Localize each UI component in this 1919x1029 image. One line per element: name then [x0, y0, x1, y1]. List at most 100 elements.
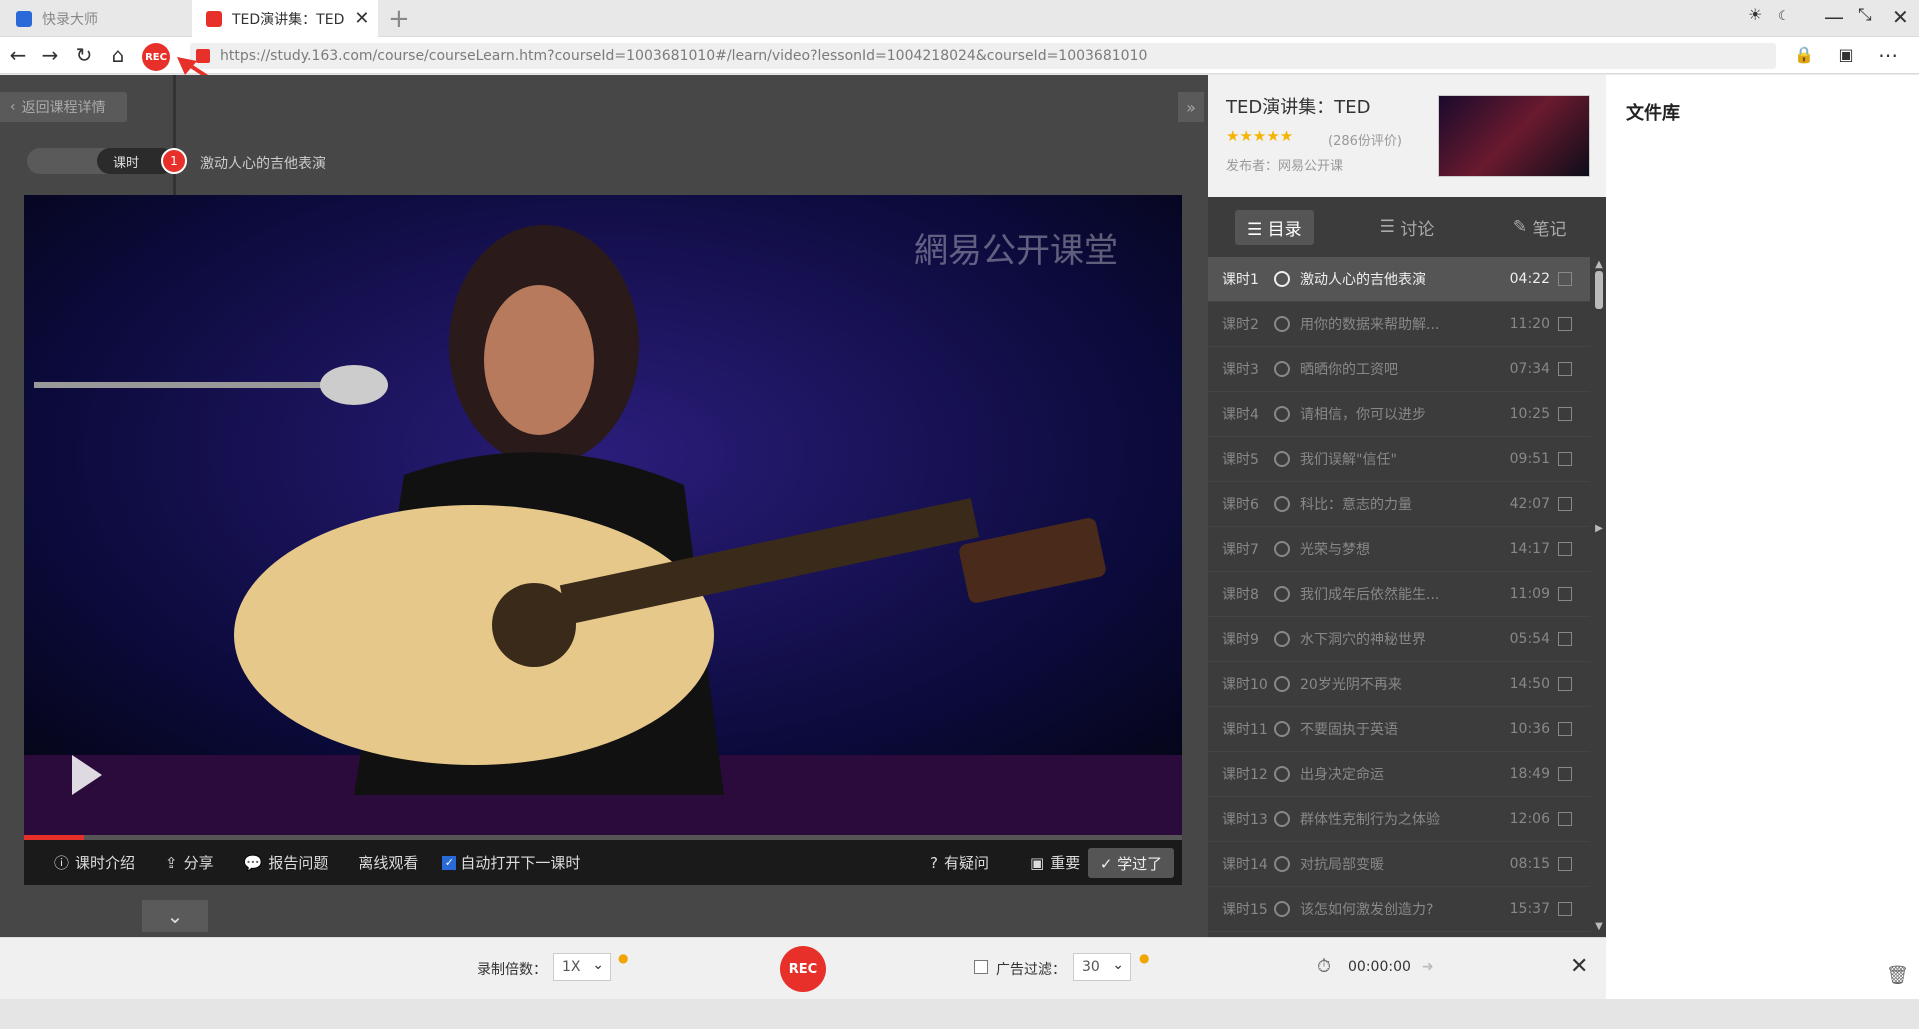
- status-circle-icon: [1274, 406, 1290, 422]
- offline-watch-button[interactable]: 离线观看: [358, 852, 418, 873]
- lesson-pill[interactable]: 课时: [27, 148, 175, 174]
- lesson-number: 课时11: [1222, 722, 1268, 738]
- video-player[interactable]: 網易公开课堂: [24, 195, 1182, 840]
- minimize-icon[interactable]: —: [1824, 5, 1844, 29]
- tab-ted[interactable]: TED演讲集：TED ✕: [192, 0, 378, 37]
- expand-box-icon[interactable]: [1558, 722, 1572, 736]
- expand-box-icon[interactable]: [1558, 407, 1572, 421]
- lesson-pill-label: 课时: [113, 155, 140, 171]
- scroll-thumb[interactable]: [1595, 271, 1603, 309]
- lesson-row[interactable]: 课时8 我们成年后依然能生... 11:09: [1208, 572, 1590, 617]
- more-icon[interactable]: ⋯: [1876, 43, 1900, 67]
- expand-box-icon[interactable]: [1558, 902, 1572, 916]
- tab-label: 快录大师: [42, 11, 98, 28]
- expand-box-icon[interactable]: [1558, 767, 1572, 781]
- lesson-row[interactable]: 课时2 用你的数据来帮助解... 11:20: [1208, 302, 1590, 347]
- lesson-row[interactable]: 课时13 群体性克制行为之体验 12:06: [1208, 797, 1590, 842]
- scroll-up-icon[interactable]: ▲: [1592, 259, 1606, 270]
- ad-filter-checkbox[interactable]: [974, 960, 988, 974]
- back-icon[interactable]: ←: [6, 43, 30, 67]
- close-window-icon[interactable]: ✕: [1892, 5, 1909, 29]
- lesson-number: 课时6: [1222, 497, 1259, 513]
- share-button[interactable]: ⇪ 分享: [165, 852, 214, 873]
- course-thumbnail[interactable]: [1438, 95, 1590, 177]
- lesson-row[interactable]: 课时7 光荣与梦想 14:17: [1208, 527, 1590, 572]
- expand-box-icon[interactable]: [1558, 812, 1572, 826]
- theme-dark-icon[interactable]: ☾: [1778, 9, 1790, 24]
- tab-discussion[interactable]: ☰ 讨论: [1341, 215, 1474, 240]
- url-input[interactable]: https://study.163.com/course/courseLearn…: [190, 43, 1776, 69]
- expand-icon[interactable]: ▶: [1592, 523, 1606, 534]
- tab-kuailu[interactable]: 快录大师: [10, 0, 190, 37]
- sidebar-tabs: ☰ 目录 ☰ 讨论 ✎ 笔记: [1208, 197, 1606, 257]
- tab-notes[interactable]: ✎ 笔记: [1473, 215, 1606, 240]
- checkbox-checked-icon[interactable]: ✓: [442, 855, 457, 870]
- record-button[interactable]: REC: [780, 946, 826, 992]
- lesson-number: 课时12: [1222, 767, 1268, 783]
- lesson-row[interactable]: 课时4 请相信，你可以进步 10:25: [1208, 392, 1590, 437]
- export-icon[interactable]: ➜: [1422, 959, 1434, 975]
- lesson-row[interactable]: 课时9 水下洞穴的神秘世界 05:54: [1208, 617, 1590, 662]
- close-tab-icon[interactable]: ✕: [354, 8, 369, 29]
- expand-box-icon[interactable]: [1558, 497, 1572, 511]
- lesson-row[interactable]: 课时14 对抗局部变暖 08:15: [1208, 842, 1590, 887]
- lesson-row[interactable]: 课时5 我们误解"信任" 09:51: [1208, 437, 1590, 482]
- lesson-row[interactable]: 课时12 出身决定命运 18:49: [1208, 752, 1590, 797]
- forward-icon[interactable]: →: [38, 43, 62, 67]
- lesson-row[interactable]: 课时11 不要固执于英语 10:36: [1208, 707, 1590, 752]
- lesson-duration: 08:15: [1509, 856, 1550, 872]
- lesson-row[interactable]: 课时6 科比：意志的力量 42:07: [1208, 482, 1590, 527]
- chevron-left-icon: ‹: [10, 99, 16, 115]
- reload-icon[interactable]: ↻: [72, 43, 96, 67]
- theme-light-icon[interactable]: ☀: [1748, 5, 1762, 24]
- scrollbar[interactable]: ▲ ▶ ▼: [1592, 257, 1606, 937]
- lesson-row[interactable]: 课时3 晒晒你的工资吧 07:34: [1208, 347, 1590, 392]
- tab-catalog[interactable]: ☰ 目录: [1208, 209, 1341, 245]
- collapse-sidebar-button[interactable]: »: [1178, 92, 1204, 122]
- learned-button[interactable]: ✓ 学过了: [1088, 848, 1174, 878]
- lesson-row[interactable]: 课时10 20岁光阴不再来 14:50: [1208, 662, 1590, 707]
- expand-box-icon[interactable]: [1558, 587, 1572, 601]
- question-label: 有疑问: [943, 854, 989, 872]
- expand-box-icon[interactable]: [1558, 272, 1572, 286]
- expand-box-icon[interactable]: [1558, 317, 1572, 331]
- important-button[interactable]: ▣ 重要: [1030, 852, 1080, 873]
- scroll-down-icon[interactable]: ▼: [1592, 921, 1606, 932]
- auto-next-toggle[interactable]: ✓ 自动打开下一课时: [442, 852, 580, 873]
- help-icon[interactable]: ●: [1139, 951, 1149, 965]
- lesson-row[interactable]: 课时15 该怎如何激发创造力? 15:37: [1208, 887, 1590, 932]
- lesson-row[interactable]: 课时1 激动人心的吉他表演 04:22: [1208, 257, 1590, 302]
- lesson-duration: 07:34: [1509, 361, 1550, 377]
- question-button[interactable]: ? 有疑问: [930, 852, 989, 873]
- expand-box-icon[interactable]: [1558, 542, 1572, 556]
- expand-box-icon[interactable]: [1558, 362, 1572, 376]
- expand-box-icon[interactable]: [1558, 632, 1572, 646]
- lock-icon[interactable]: 🔒: [1792, 45, 1816, 64]
- lesson-duration: 14:17: [1509, 541, 1550, 557]
- trash-icon[interactable]: 🗑: [1886, 965, 1909, 986]
- current-lesson-title: 激动人心的吉他表演: [200, 156, 326, 172]
- expand-box-icon[interactable]: [1558, 857, 1572, 871]
- privacy-icon[interactable]: ▣: [1834, 45, 1858, 64]
- rating-stars: ★★★★★: [1226, 127, 1294, 145]
- list-icon: ☰: [1379, 217, 1401, 237]
- expand-box-icon[interactable]: [1558, 452, 1572, 466]
- new-tab-icon[interactable]: +: [388, 4, 410, 34]
- close-icon[interactable]: ✕: [1570, 954, 1588, 979]
- report-issue-button[interactable]: 💬 报告问题: [244, 852, 329, 873]
- ad-filter-select[interactable]: 30 ⌄: [1073, 953, 1131, 981]
- tab-notes-label: 笔记: [1532, 219, 1567, 240]
- home-icon[interactable]: ⌂: [106, 43, 130, 67]
- lesson-intro-button[interactable]: ⓘ 课时介绍: [54, 852, 135, 873]
- restore-icon[interactable]: ⤡: [1858, 5, 1872, 25]
- back-to-course-button[interactable]: ‹ 返回课程详情: [0, 92, 127, 122]
- lesson-duration: 09:51: [1509, 451, 1550, 467]
- speed-select[interactable]: 1X ⌄: [553, 953, 611, 981]
- lesson-title: 科比：意志的力量: [1300, 497, 1412, 513]
- expand-box-icon[interactable]: [1558, 677, 1572, 691]
- course-header: TED演讲集：TED ★★★★★ (286份评价) 发布者：网易公开课: [1208, 75, 1606, 197]
- help-icon[interactable]: ●: [618, 951, 628, 965]
- lesson-duration: 04:22: [1509, 271, 1550, 287]
- rec-badge[interactable]: REC: [142, 43, 170, 71]
- chevron-down-icon[interactable]: ⌄: [142, 900, 208, 932]
